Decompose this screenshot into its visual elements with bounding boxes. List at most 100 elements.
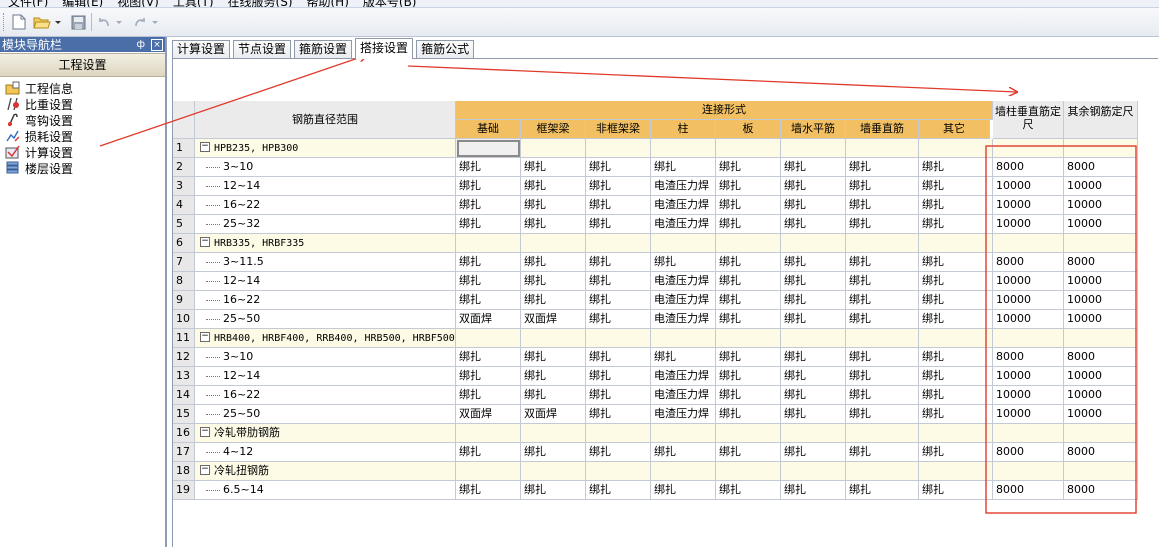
table-cell[interactable]: 绑扎 (456, 348, 521, 367)
table-cell[interactable]: 绑扎 (846, 272, 919, 291)
tab-0[interactable]: 计算设置 (172, 40, 231, 58)
table-cell[interactable]: 绑扎 (586, 196, 651, 215)
table-cell[interactable]: 绑扎 (716, 272, 781, 291)
table-cell[interactable]: 绑扎 (781, 348, 846, 367)
table-cell[interactable]: 绑扎 (919, 405, 993, 424)
table-cell[interactable] (993, 462, 1064, 481)
table-cell[interactable]: 绑扎 (846, 367, 919, 386)
nav-item-3[interactable]: 损耗设置 (5, 128, 165, 144)
table-cell[interactable] (1064, 234, 1138, 253)
table-cell[interactable]: 电渣压力焊 (651, 310, 716, 329)
table-cell[interactable]: 10000 (1064, 272, 1138, 291)
table-cell[interactable]: 绑扎 (781, 310, 846, 329)
table-cell[interactable] (456, 462, 521, 481)
table-cell[interactable]: 绑扎 (586, 405, 651, 424)
range-row-label[interactable]: 12~14 (195, 367, 456, 386)
nav-item-2[interactable]: 弯钩设置 (5, 112, 165, 128)
table-cell[interactable]: 8000 (1064, 348, 1138, 367)
table-cell[interactable]: 绑扎 (521, 443, 586, 462)
table-cell[interactable]: 绑扎 (651, 443, 716, 462)
range-row-label[interactable]: 12~14 (195, 177, 456, 196)
table-cell[interactable]: 8000 (993, 348, 1064, 367)
collapse-toggle-icon[interactable]: − (200, 465, 210, 475)
table-cell[interactable]: 绑扎 (586, 481, 651, 500)
table-cell[interactable]: 绑扎 (456, 272, 521, 291)
table-cell[interactable] (651, 329, 716, 348)
table-cell[interactable]: 绑扎 (456, 291, 521, 310)
table-cell[interactable]: 电渣压力焊 (651, 291, 716, 310)
table-cell[interactable]: 绑扎 (781, 481, 846, 500)
table-cell[interactable]: 绑扎 (919, 253, 993, 272)
table-cell[interactable]: 绑扎 (781, 367, 846, 386)
range-row-label[interactable]: 4~12 (195, 443, 456, 462)
table-cell[interactable]: 绑扎 (716, 443, 781, 462)
table-cell[interactable]: 绑扎 (716, 291, 781, 310)
table-cell[interactable]: 电渣压力焊 (651, 177, 716, 196)
table-cell[interactable]: 绑扎 (456, 443, 521, 462)
table-cell[interactable]: 绑扎 (586, 386, 651, 405)
table-cell[interactable]: 电渣压力焊 (651, 367, 716, 386)
table-cell[interactable]: 绑扎 (521, 481, 586, 500)
table-cell[interactable]: 绑扎 (919, 310, 993, 329)
table-cell[interactable]: 绑扎 (651, 348, 716, 367)
table-cell[interactable] (521, 329, 586, 348)
table-cell[interactable]: 10000 (1064, 177, 1138, 196)
redo-button[interactable] (132, 12, 162, 32)
table-cell[interactable]: 绑扎 (586, 310, 651, 329)
range-row-label[interactable]: 16~22 (195, 196, 456, 215)
table-cell[interactable]: 绑扎 (456, 158, 521, 177)
table-cell[interactable]: 绑扎 (846, 177, 919, 196)
close-icon[interactable]: × (151, 38, 163, 51)
table-cell[interactable]: 绑扎 (716, 158, 781, 177)
table-cell[interactable] (586, 424, 651, 443)
range-row-label[interactable]: 25~50 (195, 405, 456, 424)
table-cell[interactable]: 绑扎 (521, 272, 586, 291)
table-cell[interactable] (1064, 139, 1138, 158)
table-cell[interactable] (781, 234, 846, 253)
menu-item-6[interactable]: 版本号(B) (363, 0, 417, 7)
table-cell[interactable]: 绑扎 (456, 177, 521, 196)
table-cell[interactable]: 10000 (993, 405, 1064, 424)
nav-group-header[interactable]: 工程设置 (0, 53, 165, 77)
table-cell[interactable]: 10000 (1064, 405, 1138, 424)
table-cell[interactable] (651, 234, 716, 253)
table-cell[interactable]: 10000 (993, 196, 1064, 215)
table-cell[interactable]: 绑扎 (521, 386, 586, 405)
table-cell[interactable] (919, 234, 993, 253)
table-cell[interactable]: 10000 (1064, 386, 1138, 405)
table-cell[interactable]: 绑扎 (456, 386, 521, 405)
table-cell[interactable]: 绑扎 (919, 196, 993, 215)
table-cell[interactable] (716, 329, 781, 348)
table-cell[interactable]: 绑扎 (846, 405, 919, 424)
table-cell[interactable] (456, 139, 521, 158)
table-cell[interactable]: 绑扎 (651, 253, 716, 272)
table-cell[interactable] (781, 329, 846, 348)
table-cell[interactable] (716, 139, 781, 158)
group-row-label[interactable]: − HRB335, HRBF335 (195, 234, 456, 253)
table-cell[interactable]: 绑扎 (586, 272, 651, 291)
table-cell[interactable]: 绑扎 (456, 481, 521, 500)
table-cell[interactable]: 绑扎 (456, 215, 521, 234)
table-cell[interactable]: 绑扎 (716, 481, 781, 500)
table-cell[interactable] (993, 329, 1064, 348)
range-row-label[interactable]: 6.5~14 (195, 481, 456, 500)
table-cell[interactable]: 绑扎 (846, 196, 919, 215)
table-cell[interactable] (1064, 329, 1138, 348)
range-row-label[interactable]: 3~10 (195, 158, 456, 177)
table-cell[interactable]: 绑扎 (846, 158, 919, 177)
table-cell[interactable]: 绑扎 (716, 348, 781, 367)
range-row-label[interactable]: 25~50 (195, 310, 456, 329)
table-cell[interactable] (781, 139, 846, 158)
table-cell[interactable]: 8000 (1064, 158, 1138, 177)
table-cell[interactable] (846, 424, 919, 443)
table-cell[interactable]: 绑扎 (781, 405, 846, 424)
table-cell[interactable]: 10000 (993, 386, 1064, 405)
table-cell[interactable]: 绑扎 (846, 481, 919, 500)
table-cell[interactable] (586, 329, 651, 348)
collapse-toggle-icon[interactable]: − (200, 332, 210, 342)
table-cell[interactable] (456, 329, 521, 348)
table-cell[interactable] (651, 139, 716, 158)
table-cell[interactable]: 双面焊 (521, 405, 586, 424)
table-cell[interactable]: 绑扎 (716, 253, 781, 272)
table-cell[interactable]: 绑扎 (716, 405, 781, 424)
